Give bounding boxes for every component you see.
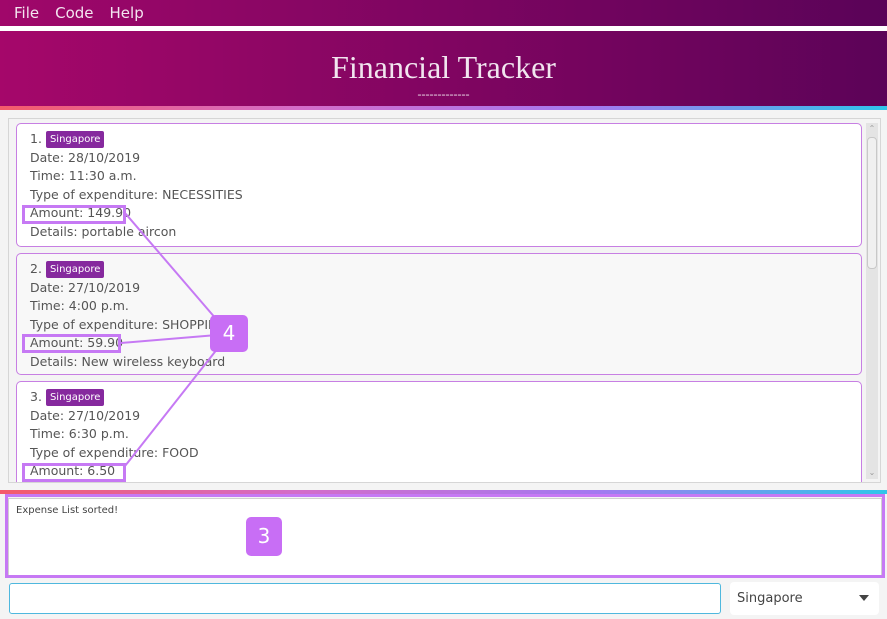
amount-highlight: [22, 334, 121, 353]
expense-date: Date: 28/10/2019: [30, 149, 141, 165]
expense-type: Type of expenditure: SHOPPING: [30, 316, 228, 332]
amount-highlight: [22, 463, 126, 482]
header-divider: [0, 106, 887, 110]
country-tag: Singapore: [45, 389, 105, 406]
menu-code[interactable]: Code: [47, 4, 101, 22]
menu-bar: File Code Help: [0, 0, 887, 26]
scroll-down-icon[interactable]: ⌄: [866, 467, 878, 479]
menu-help[interactable]: Help: [102, 4, 152, 22]
expense-card[interactable]: 3. Singapore Date: 27/10/2019 Time: 6:30 …: [16, 381, 862, 482]
annotation-badge-4: 4: [210, 315, 248, 352]
expense-details: Details: New wireless keyboard: [30, 353, 226, 369]
expense-type: Type of expenditure: FOOD: [30, 444, 199, 460]
expense-time: Time: 11:30 a.m.: [30, 168, 137, 183]
expense-card[interactable]: 2. Singapore Date: 27/10/2019 Time: 4:00 …: [16, 253, 862, 375]
expense-index: 2.: [30, 261, 42, 276]
expense-date: Date: 27/10/2019: [30, 279, 141, 295]
expense-details: Details: portable aircon: [30, 223, 177, 239]
expense-list[interactable]: 1. Singapore Date: 28/10/2019 Time: 11:30…: [8, 118, 881, 483]
expense-date: Date: 27/10/2019: [30, 407, 141, 423]
list-scrollbar[interactable]: ⌃ ⌄: [866, 123, 878, 479]
title-underline: -------------: [417, 87, 470, 101]
app-header: Financial Tracker -------------: [0, 31, 887, 106]
expense-time: Time: 6:30 p.m.: [30, 426, 129, 441]
country-tag: Singapore: [45, 131, 105, 148]
amount-highlight: [22, 205, 126, 224]
app-title: Financial Tracker: [331, 49, 556, 85]
expense-card[interactable]: 1. Singapore Date: 28/10/2019 Time: 11:30…: [16, 123, 862, 247]
expense-index: 1.: [30, 131, 42, 146]
expense-amount: Amount: 149.90: [30, 205, 132, 220]
expense-amount: Amount: 59.90: [30, 335, 124, 350]
expense-type: Type of expenditure: NECESSITIES: [30, 186, 243, 202]
result-highlight: [5, 494, 885, 578]
country-selected: Singapore: [737, 591, 803, 606]
expense-index: 3.: [30, 389, 42, 404]
country-tag: Singapore: [45, 261, 105, 278]
scroll-up-icon[interactable]: ⌃: [866, 123, 878, 135]
dropdown-arrow-icon[interactable]: [859, 595, 869, 601]
scroll-thumb[interactable]: [867, 137, 877, 269]
country-dropdown[interactable]: Singapore: [730, 582, 879, 615]
annotation-badge-3: 3: [246, 517, 282, 556]
expense-time: Time: 4:00 p.m.: [30, 298, 129, 313]
menu-file[interactable]: File: [6, 4, 47, 22]
expense-amount: Amount: 6.50: [30, 463, 116, 478]
command-input[interactable]: [9, 583, 721, 614]
